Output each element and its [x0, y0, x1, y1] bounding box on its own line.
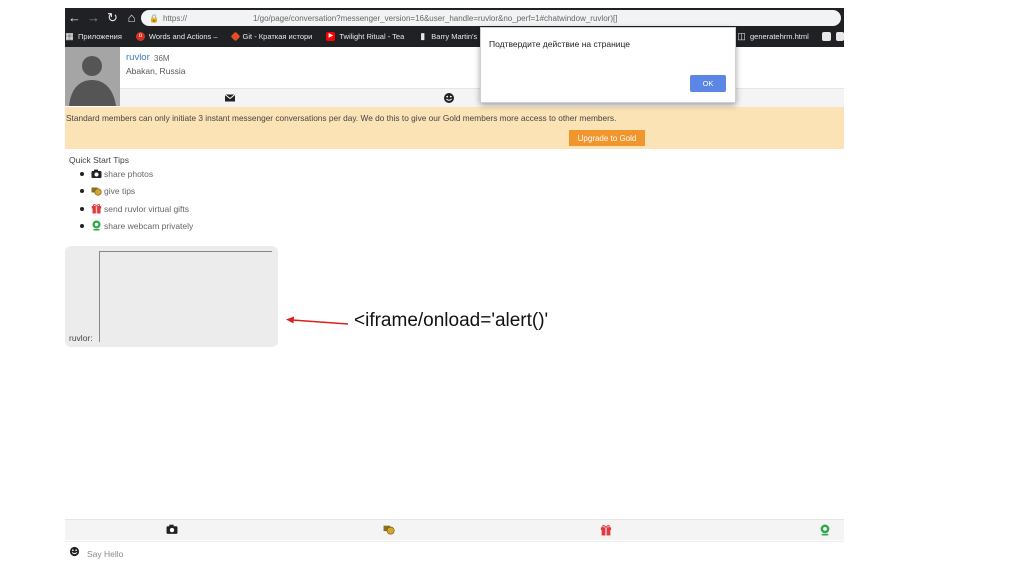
annotation-text: <iframe/onload='alert()'	[354, 310, 549, 331]
emoji-picker-icon[interactable]	[69, 546, 80, 557]
webcam-icon	[92, 220, 101, 231]
gift-icon	[91, 203, 102, 214]
message-input-row	[65, 541, 844, 564]
bookmark-label: Git - Краткая истори	[242, 32, 313, 41]
file-icon: ◫	[737, 31, 746, 41]
apps-grid-icon: ▦	[65, 31, 74, 41]
profile-location: Abakan, Russia	[126, 66, 186, 76]
tip-label: send ruvlor virtual gifts	[104, 203, 190, 214]
bookmark-twilight[interactable]: ▶ Twilight Ritual - Tea	[326, 32, 404, 41]
tip-share-webcam[interactable]: share webcam privately	[80, 220, 193, 231]
git-icon	[230, 31, 240, 42]
browser-toolbar: ← → ↻ ⌂ 🔒 https:// 1/go/page/conversatio…	[65, 8, 844, 28]
bullet	[80, 223, 84, 228]
address-bar[interactable]: 🔒 https:// 1/go/page/conversation?messen…	[141, 10, 841, 26]
bookmark-words-actions[interactable]: o Words and Actions –	[135, 32, 218, 41]
webcam-icon[interactable]	[819, 524, 831, 536]
camera-icon	[91, 169, 102, 178]
upgrade-to-gold-button[interactable]: Upgrade to Gold	[569, 130, 645, 146]
message-input[interactable]	[87, 546, 829, 562]
tip-coins-icon[interactable]	[383, 524, 395, 535]
site-icon: o	[135, 32, 145, 41]
tip-give-tips[interactable]: give tips	[80, 186, 135, 196]
alert-message: Подтвердите действие на странице	[489, 39, 631, 49]
banner-text: Standard members can only initiate 3 ins…	[66, 113, 617, 123]
chat-sender-label: ruvlor:	[69, 333, 93, 343]
back-icon[interactable]: ←	[65, 8, 84, 28]
bullet	[80, 172, 84, 176]
ok-button[interactable]: OK	[690, 75, 726, 92]
bullet	[80, 189, 84, 193]
profile-age-gender: 36M	[154, 54, 170, 63]
avatar[interactable]	[65, 47, 120, 106]
tip-label: share webcam privately	[104, 220, 194, 231]
forward-icon[interactable]: →	[84, 8, 103, 28]
injected-iframe	[99, 251, 272, 342]
extension-icon[interactable]	[822, 32, 831, 41]
tip-send-gifts[interactable]: send ruvlor virtual gifts	[80, 203, 189, 214]
quick-start-title: Quick Start Tips	[69, 155, 129, 165]
tip-share-photos[interactable]: share photos	[80, 169, 153, 179]
bookmark-label: Twilight Ritual - Tea	[339, 32, 405, 41]
home-icon[interactable]: ⌂	[122, 8, 141, 28]
avatar-silhouette-icon	[65, 47, 120, 106]
tip-label: share photos	[104, 169, 154, 179]
annotation-arrow-icon	[286, 316, 349, 325]
bookmark-label: Приложения	[78, 32, 122, 41]
url-path: 1/go/page/conversation?messenger_version…	[252, 13, 618, 23]
envelope-icon[interactable]	[224, 92, 236, 104]
reload-icon[interactable]: ↻	[103, 8, 122, 28]
gift-icon[interactable]	[600, 524, 612, 536]
bullet	[80, 206, 84, 211]
bottom-action-bar	[65, 519, 844, 540]
camera-icon[interactable]	[166, 524, 178, 535]
profile-name[interactable]: ruvlor	[126, 52, 150, 63]
bookmark-label: generatehrm.html	[750, 32, 809, 41]
bookmark-icon: ▮	[420, 31, 426, 41]
bookmark-apps[interactable]: ▦ Приложения	[65, 31, 122, 42]
extension-icon[interactable]	[836, 32, 844, 41]
bookmark-generate[interactable]: ◫ generatehrm.html	[737, 31, 809, 42]
lock-icon: 🔒	[149, 13, 159, 23]
tip-coins-icon	[91, 187, 102, 196]
youtube-icon: ▶	[326, 32, 336, 41]
bookmark-git[interactable]: Git - Краткая истори	[230, 31, 313, 42]
bookmark-label: Words and Actions –	[148, 32, 218, 41]
smiley-icon[interactable]	[443, 92, 455, 104]
alert-dialog: Подтвердите действие на странице OK	[480, 27, 736, 103]
url-prefix: https://	[162, 13, 187, 23]
tip-label: give tips	[104, 186, 136, 196]
